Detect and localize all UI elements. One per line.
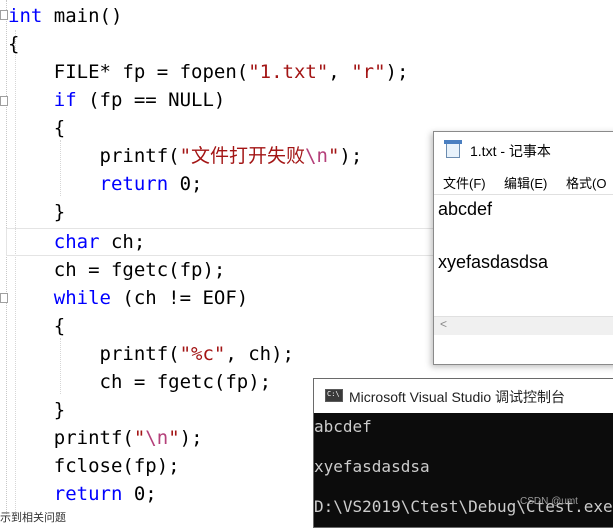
- notepad-icon: [444, 140, 462, 158]
- code-token: char: [53, 231, 100, 253]
- code-token: , ch);: [225, 343, 294, 365]
- code-line[interactable]: fclose(fp);: [8, 452, 180, 480]
- code-token: printf(: [8, 427, 134, 449]
- code-token: printf(: [8, 145, 180, 167]
- console-output-line: abcdef: [314, 417, 372, 436]
- code-line[interactable]: }: [8, 198, 65, 226]
- code-token: return: [99, 173, 169, 195]
- code-token: ch;: [99, 231, 146, 253]
- bottom-panel-text: 示到相关问题: [0, 512, 66, 524]
- code-line[interactable]: return 0;: [8, 170, 203, 198]
- fold-toggle-main[interactable]: [0, 10, 8, 20]
- horizontal-scrollbar[interactable]: <: [434, 316, 613, 335]
- code-token: "%c": [179, 343, 226, 365]
- code-token: }: [8, 399, 66, 421]
- console-title-bar[interactable]: Microsoft Visual Studio 调试控制台: [314, 379, 613, 413]
- code-token: "文件打开失败: [179, 145, 306, 167]
- code-token: );: [339, 145, 363, 167]
- code-line[interactable]: printf("%c", ch);: [8, 340, 295, 368]
- code-token: "r": [351, 61, 386, 83]
- code-token: );: [179, 427, 203, 449]
- code-token: 0;: [168, 173, 203, 195]
- gutter-line: [6, 0, 7, 518]
- code-line[interactable]: int main(): [8, 2, 122, 30]
- console-icon: [325, 389, 343, 402]
- code-token: ,: [328, 61, 352, 83]
- code-line[interactable]: return 0;: [8, 480, 157, 508]
- notepad-title-bar[interactable]: 1.txt - 记事本: [434, 132, 613, 168]
- code-line[interactable]: }: [8, 396, 65, 424]
- code-token: ": [327, 145, 340, 167]
- menu-edit[interactable]: 编辑(E): [504, 173, 547, 192]
- watermark: CSDN @umt: [520, 496, 578, 507]
- console-title: Microsoft Visual Studio 调试控制台: [349, 389, 566, 405]
- code-token: return: [53, 483, 123, 505]
- code-line[interactable]: {: [8, 312, 65, 340]
- code-line[interactable]: {: [8, 114, 65, 142]
- code-line[interactable]: if (fp == NULL): [8, 86, 226, 114]
- code-line[interactable]: while (ch != EOF): [8, 284, 248, 312]
- code-token: if: [53, 89, 77, 111]
- code-token: ch = fgetc(fp);: [8, 259, 226, 281]
- code-token: ": [168, 427, 180, 449]
- code-line[interactable]: ch = fgetc(fp);: [8, 256, 226, 284]
- code-token: int: [8, 5, 43, 27]
- code-token: main(): [42, 5, 123, 27]
- code-token: "1.txt": [248, 61, 329, 83]
- code-line[interactable]: ch = fgetc(fp);: [8, 368, 272, 396]
- fold-toggle-while[interactable]: [0, 293, 8, 303]
- code-token: {: [8, 117, 66, 139]
- menu-format[interactable]: 格式(O: [566, 173, 606, 192]
- scroll-left-arrow-icon[interactable]: <: [440, 317, 447, 331]
- code-token: printf(: [8, 343, 180, 365]
- code-token: ": [133, 427, 146, 449]
- code-token: (fp == NULL): [76, 89, 226, 111]
- notepad-window[interactable]: 1.txt - 记事本 文件(F) 编辑(E) 格式(O abcdef xyef…: [433, 131, 613, 365]
- notepad-text-area[interactable]: abcdef xyefasdasdsa: [434, 194, 613, 317]
- code-line[interactable]: {: [8, 30, 19, 58]
- notepad-title: 1.txt - 记事本: [470, 143, 551, 159]
- code-token: ch = fgetc(fp);: [8, 371, 272, 393]
- code-token: (ch != EOF): [110, 287, 249, 309]
- code-token: \n: [305, 145, 328, 167]
- menu-file[interactable]: 文件(F): [443, 173, 486, 192]
- code-line[interactable]: FILE* fp = fopen("1.txt", "r");: [8, 58, 409, 86]
- code-token: fclose(fp);: [8, 455, 180, 477]
- notepad-text-line: xyefasdasdsa: [438, 252, 549, 272]
- code-token: );: [385, 61, 409, 83]
- code-line[interactable]: printf("\n");: [8, 424, 203, 452]
- code-token: \n: [145, 427, 169, 449]
- code-token: {: [8, 315, 66, 337]
- code-token: while: [53, 287, 111, 309]
- code-token: }: [8, 201, 66, 223]
- code-line[interactable]: char ch;: [8, 228, 146, 256]
- notepad-text-line: abcdef: [438, 199, 493, 219]
- fold-toggle-if[interactable]: [0, 96, 8, 106]
- notepad-menu-bar: 文件(F) 编辑(E) 格式(O: [434, 170, 613, 194]
- code-line[interactable]: printf("文件打开失败\n");: [8, 142, 363, 170]
- code-token: 0;: [122, 483, 157, 505]
- code-token: FILE* fp = fopen(: [8, 61, 249, 83]
- code-token: {: [8, 33, 20, 55]
- console-output-line: xyefasdasdsa: [314, 457, 430, 476]
